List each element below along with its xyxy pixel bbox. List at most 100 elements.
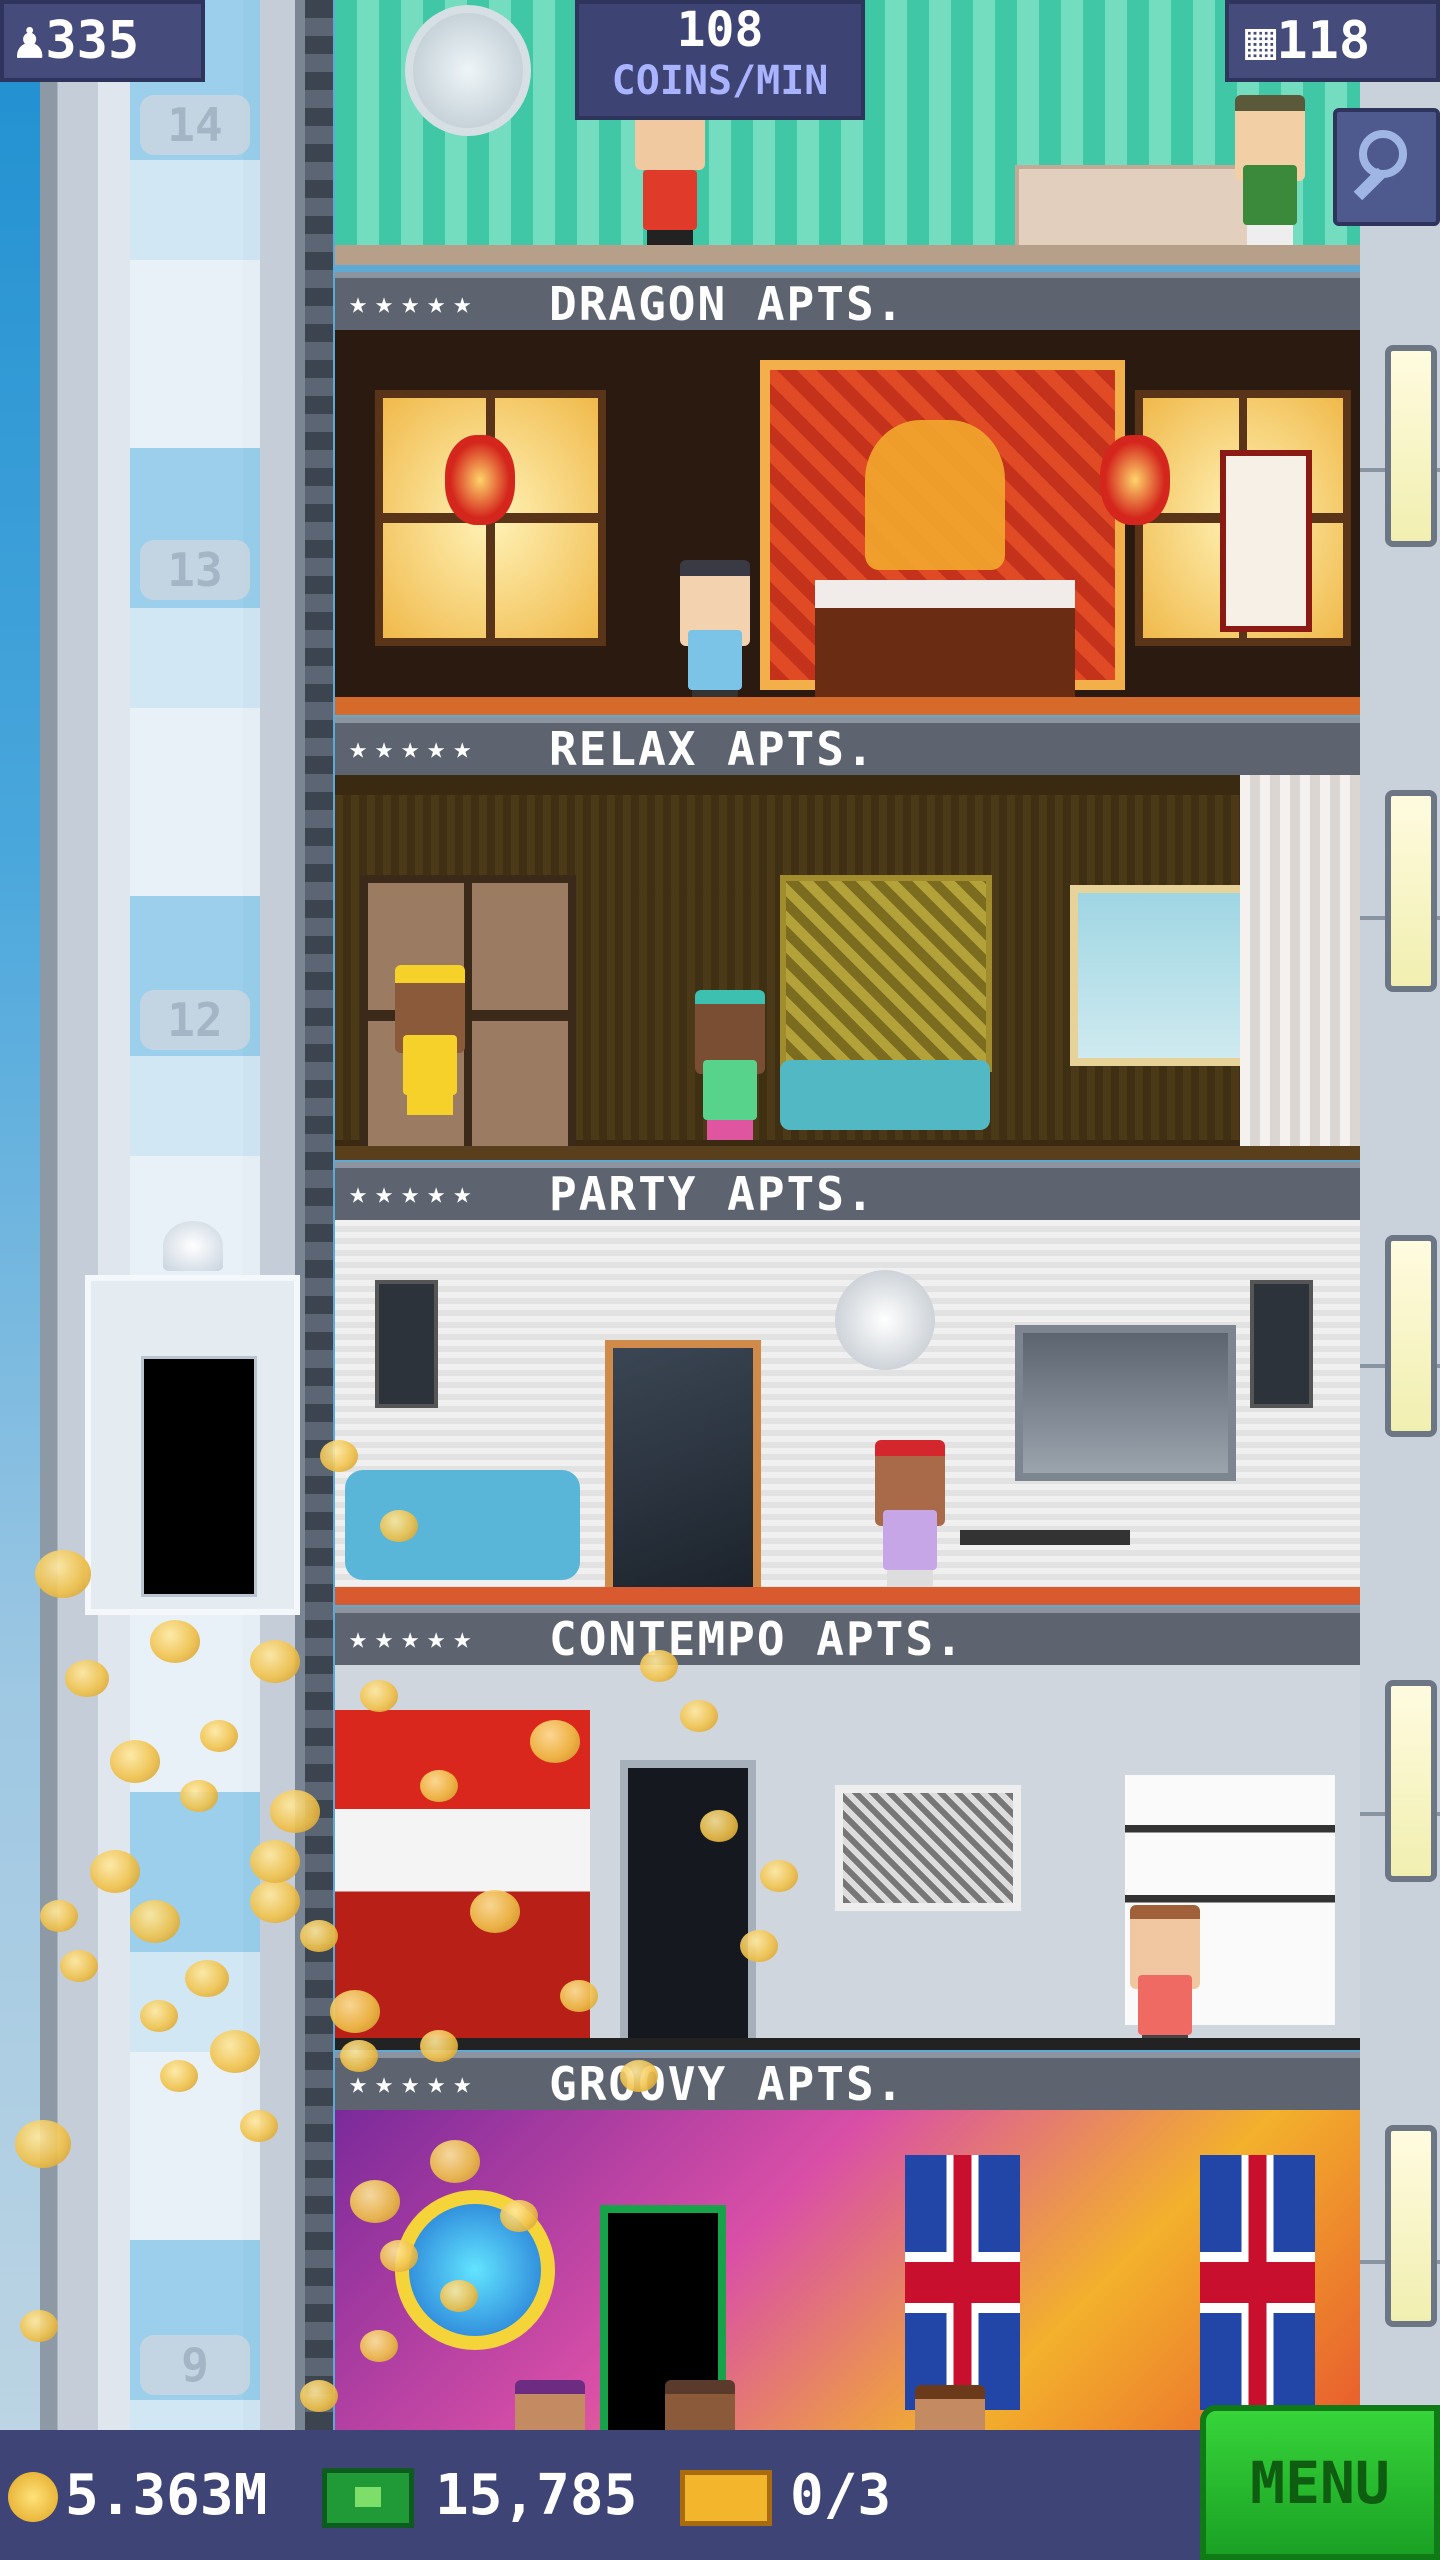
resident-character[interactable] [635, 100, 705, 250]
resident-character[interactable] [665, 2380, 735, 2430]
side-window [1385, 2125, 1437, 2327]
floor-strip [335, 1146, 1360, 1160]
floor-contempo-apts[interactable] [335, 1665, 1360, 2050]
falling-coin [270, 1790, 320, 1833]
falling-coin [180, 1780, 218, 1813]
union-jack-decor [905, 2155, 1020, 2410]
resident-character[interactable] [1130, 1905, 1200, 2050]
resident-character[interactable] [680, 560, 750, 710]
union-jack-decor [1200, 2155, 1315, 2410]
coin-balance: 5.363M [65, 2463, 268, 2528]
falling-coin [20, 2310, 58, 2343]
floor-relax-apts[interactable] [335, 775, 1360, 1160]
bux-balance: 15,785 [435, 2463, 638, 2528]
falling-coin [320, 1440, 358, 1473]
elevator-car[interactable] [85, 1221, 300, 1615]
falling-coin [380, 2240, 418, 2273]
floor-number-label: 13 [140, 540, 250, 600]
falling-coin [210, 2030, 260, 2073]
bed-decor [815, 580, 1075, 708]
elevator-rail [305, 0, 333, 2430]
falling-coin [430, 2140, 480, 2183]
falling-coin [700, 1810, 738, 1843]
floor-name: PARTY APTS. [549, 1167, 876, 1221]
floor-name: RELAX APTS. [549, 722, 876, 776]
curtain-decor [1240, 775, 1360, 1160]
speaker-decor [375, 1280, 438, 1408]
zoom-button[interactable] [1333, 108, 1440, 226]
resident-character[interactable] [1235, 95, 1305, 245]
building-icon: ▦ [1245, 11, 1277, 71]
falling-coin [760, 1860, 798, 1893]
falling-coin [160, 2060, 198, 2093]
floor-name: DRAGON APTS. [549, 277, 906, 331]
falling-coin [680, 1700, 718, 1733]
falling-coin [740, 1930, 778, 1963]
falling-coin [110, 1740, 160, 1783]
party-door [605, 1340, 761, 1596]
magnifier-icon [1359, 130, 1407, 178]
falling-coin [150, 1620, 200, 1663]
floor-party-apts[interactable] [335, 1220, 1360, 1605]
headboard-decor [780, 875, 992, 1072]
floor-number-label: 14 [140, 95, 250, 155]
elevator-lamp [163, 1221, 223, 1271]
falling-coin [130, 1900, 180, 1943]
falling-coin [330, 1990, 380, 2033]
falling-coin [620, 2060, 658, 2093]
contempo-door [620, 1760, 756, 2050]
rating-stars: ★★★★★ [349, 286, 480, 321]
window-decor [1070, 885, 1261, 1066]
coin-rate-unit: COINS/MIN [611, 58, 829, 104]
rating-stars: ★★★★★ [349, 2066, 480, 2101]
falling-coin [420, 2030, 458, 2063]
person-icon: ♟ [14, 11, 46, 71]
bed-decor [780, 1060, 990, 1130]
falling-coin [340, 2040, 378, 2073]
mirror-decor [405, 5, 531, 136]
falling-coin [200, 1720, 238, 1753]
floor-dragon-apts[interactable] [335, 330, 1360, 715]
dragon-emblem [865, 420, 1005, 570]
floor-groovy-apts[interactable] [335, 2110, 1360, 2430]
floor-strip [335, 1587, 1360, 1605]
resident-character[interactable] [915, 2385, 985, 2430]
side-window [1385, 790, 1437, 992]
ticket-count: 0/3 [790, 2463, 892, 2528]
resident-character[interactable] [875, 1440, 945, 1590]
floor-sign-contempo: ★★★★★ CONTEMPO APTS. [335, 1607, 1360, 1665]
menu-button[interactable]: MENU [1200, 2405, 1440, 2560]
red-lantern [445, 435, 515, 525]
resident-character[interactable] [515, 2380, 585, 2430]
side-window [1385, 1680, 1437, 1882]
floor-sign-dragon: ★★★★★ DRAGON APTS. [335, 272, 1360, 330]
resident-character[interactable] [695, 990, 765, 1140]
shoji-screen [360, 875, 576, 1156]
floor-counter[interactable]: ▦118 [1225, 0, 1440, 82]
floor-number-label: 9 [140, 2335, 250, 2395]
falling-coin [420, 1770, 458, 1803]
ticket-icon [680, 2470, 772, 2526]
bux-icon [322, 2468, 414, 2528]
falling-coin [90, 1850, 140, 1893]
rating-stars: ★★★★★ [349, 1176, 480, 1211]
population-counter[interactable]: ♟335 [0, 0, 205, 82]
falling-coin [15, 2120, 71, 2168]
falling-coin [250, 1840, 300, 1883]
falling-coin [300, 2380, 338, 2413]
side-window [1385, 345, 1437, 547]
disco-ball [835, 1270, 935, 1370]
falling-coin [640, 1650, 678, 1683]
falling-coin [360, 2330, 398, 2363]
floor-strip [335, 697, 1360, 715]
floor-name: GROOVY APTS. [549, 2057, 906, 2111]
framed-art [835, 1785, 1021, 1911]
counter-decor [1015, 165, 1253, 253]
falling-coin [140, 2000, 178, 2033]
coin-rate-display: 108 COINS/MIN [575, 0, 865, 120]
falling-coin [560, 1980, 598, 2013]
resident-character[interactable] [395, 965, 465, 1115]
tv-decor [1015, 1325, 1236, 1481]
falling-coin [60, 1950, 98, 1983]
floor-name: CONTEMPO APTS. [549, 1612, 965, 1666]
